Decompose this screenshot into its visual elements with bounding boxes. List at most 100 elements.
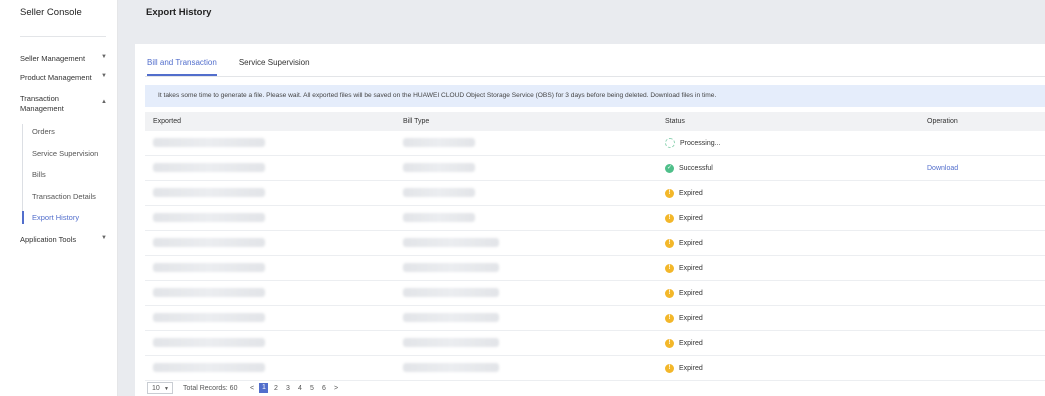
cell-exported xyxy=(145,180,395,206)
table-row: ! Expired xyxy=(145,255,1045,281)
redacted-value xyxy=(403,212,475,222)
loading-spinner-icon xyxy=(665,138,675,148)
col-status: Status xyxy=(657,112,919,131)
cell-bill-type xyxy=(395,305,657,331)
nav-label: Application Tools xyxy=(20,235,77,244)
cell-bill-type xyxy=(395,330,657,356)
cell-bill-type xyxy=(395,131,657,156)
nav-application-tools[interactable]: Application Tools ▼ xyxy=(20,235,112,244)
status-text: Expired xyxy=(679,289,703,297)
status-text: Expired xyxy=(679,189,703,197)
chevron-up-icon: ▲ xyxy=(101,99,107,105)
cell-operation xyxy=(919,255,1045,281)
page-size-value: 10 xyxy=(152,385,160,392)
sidebar: Seller Console Seller Management ▼ Produ… xyxy=(0,0,118,396)
cell-status: ! Expired xyxy=(657,255,919,281)
redacted-value xyxy=(403,362,499,372)
status-text: Expired xyxy=(679,339,703,347)
cell-status: ! Expired xyxy=(657,355,919,381)
cell-bill-type xyxy=(395,355,657,381)
table-row: ! Expired xyxy=(145,180,1045,206)
nav-label: Product Management xyxy=(20,73,92,82)
sidebar-item-bills[interactable]: Bills xyxy=(32,170,46,179)
prev-page-button[interactable]: < xyxy=(247,385,256,392)
cell-exported xyxy=(145,230,395,256)
table-header-row: Exported Bill Type Status Operation xyxy=(145,112,1045,131)
redacted-value xyxy=(403,137,475,147)
cell-status: Processing... xyxy=(657,131,919,156)
status-badge: ✓ Successful xyxy=(665,163,919,173)
table-row: Processing... xyxy=(145,131,1045,156)
cell-status: ! Expired xyxy=(657,330,919,356)
cell-status: ! Expired xyxy=(657,205,919,231)
cell-status: ! Expired xyxy=(657,305,919,331)
info-notice: It takes some time to generate a file. P… xyxy=(145,85,1045,107)
page-2[interactable]: 2 xyxy=(271,385,280,392)
nav-transaction-management[interactable]: Transaction Management ▲ xyxy=(20,94,112,114)
tab-divider xyxy=(145,76,1045,77)
page-1[interactable]: 1 xyxy=(259,383,269,393)
redacted-value xyxy=(403,162,475,172)
redacted-value xyxy=(153,237,265,247)
redacted-value xyxy=(153,287,265,297)
cell-bill-type xyxy=(395,180,657,206)
tab-service-supervision[interactable]: Service Supervision xyxy=(239,58,310,76)
console-title: Seller Console xyxy=(20,7,82,18)
status-text: Successful xyxy=(679,164,713,172)
cell-bill-type xyxy=(395,280,657,306)
nav-seller-management[interactable]: Seller Management ▼ xyxy=(20,54,112,63)
status-text: Expired xyxy=(679,364,703,372)
status-badge: Processing... xyxy=(665,138,919,148)
active-indicator xyxy=(22,211,24,224)
status-text: Expired xyxy=(679,214,703,222)
page-4[interactable]: 4 xyxy=(295,385,304,392)
table-row: ! Expired xyxy=(145,280,1045,306)
sidebar-divider xyxy=(20,36,106,37)
nav-label: Seller Management xyxy=(20,54,86,63)
table-row: ! Expired xyxy=(145,355,1045,381)
submenu-line xyxy=(22,124,23,223)
status-text: Expired xyxy=(679,264,703,272)
page-size-select[interactable]: 10 ▼ xyxy=(147,382,173,394)
nav-label: Transaction Management xyxy=(20,94,64,113)
sidebar-item-transaction-details[interactable]: Transaction Details xyxy=(32,192,96,201)
chevron-down-icon: ▼ xyxy=(101,73,107,79)
cell-exported xyxy=(145,355,395,381)
col-operation: Operation xyxy=(919,112,1045,131)
cell-operation xyxy=(919,305,1045,331)
tab-bar: Bill and Transaction Service Supervision xyxy=(147,58,332,76)
cell-bill-type xyxy=(395,230,657,256)
cell-operation xyxy=(919,330,1045,356)
cell-operation: Download xyxy=(919,155,1045,181)
cell-operation xyxy=(919,355,1045,381)
chevron-down-icon: ▼ xyxy=(101,54,107,60)
cell-exported xyxy=(145,131,395,156)
sidebar-item-orders[interactable]: Orders xyxy=(32,127,55,136)
redacted-value xyxy=(153,212,265,222)
next-page-button[interactable]: > xyxy=(331,385,340,392)
col-bill-type: Bill Type xyxy=(395,112,657,131)
status-badge: ! Expired xyxy=(665,363,919,373)
warning-circle-icon: ! xyxy=(665,213,674,223)
download-link[interactable]: Download xyxy=(927,165,958,172)
status-text: Processing... xyxy=(680,139,721,147)
cell-status: ! Expired xyxy=(657,180,919,206)
tab-bill-and-transaction[interactable]: Bill and Transaction xyxy=(147,58,217,76)
warning-circle-icon: ! xyxy=(665,338,674,348)
page-title: Export History xyxy=(146,7,212,18)
warning-circle-icon: ! xyxy=(665,288,674,298)
cell-operation xyxy=(919,280,1045,306)
cell-status: ! Expired xyxy=(657,230,919,256)
redacted-value xyxy=(153,162,265,172)
sidebar-item-service-supervision[interactable]: Service Supervision xyxy=(32,149,98,158)
sidebar-item-export-history[interactable]: Export History xyxy=(32,213,79,222)
page-3[interactable]: 3 xyxy=(283,385,292,392)
nav-product-management[interactable]: Product Management ▼ xyxy=(20,73,112,82)
status-badge: ! Expired xyxy=(665,263,919,273)
redacted-value xyxy=(153,262,265,272)
main-card: Bill and Transaction Service Supervision… xyxy=(135,44,1045,396)
page-5[interactable]: 5 xyxy=(307,385,316,392)
status-badge: ! Expired xyxy=(665,288,919,298)
status-badge: ! Expired xyxy=(665,338,919,348)
page-6[interactable]: 6 xyxy=(319,385,328,392)
